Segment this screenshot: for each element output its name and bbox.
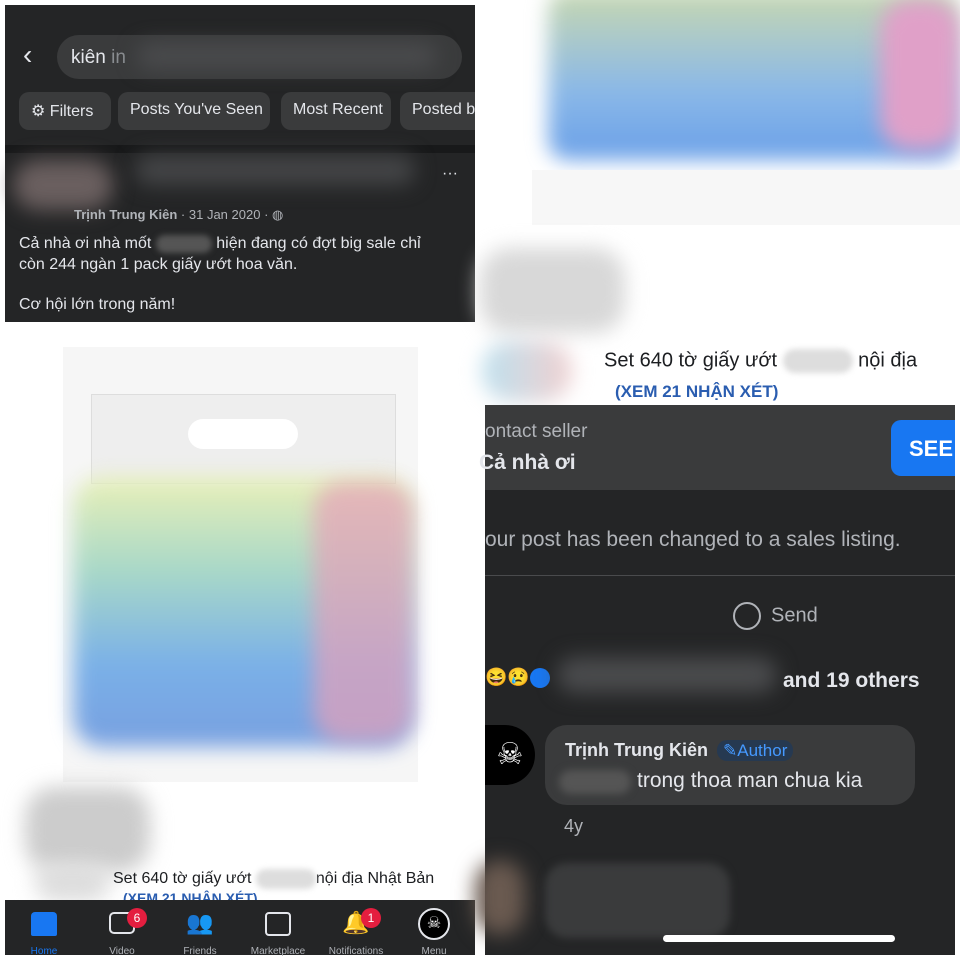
pencil-icon: ✎ <box>723 741 738 760</box>
bottom-nav: Home 6 Video 👥 Friends Marketplace 🔔 1 Notif… <box>5 900 475 957</box>
reaction-icons[interactable]: 😆😢 <box>485 667 550 689</box>
commenter-avatar[interactable]: ☠ <box>485 725 535 785</box>
search-input[interactable]: kiên in <box>57 35 462 79</box>
contact-seller-bar: ontact seller Cả nhà ơi SEE <box>479 405 955 490</box>
most-recent-chip[interactable]: Most Recent <box>281 92 391 130</box>
back-icon[interactable]: ‹ <box>23 39 32 71</box>
comments-link[interactable]: (XEM 21 NHẬN XÉT) <box>123 890 258 900</box>
post-meta: Trịnh Trung Kiên · 31 Jan 2020 · ◍ <box>74 207 284 222</box>
divider <box>485 575 955 576</box>
friends-icon: 👥 <box>186 910 214 935</box>
marketplace-icon <box>265 912 291 936</box>
sliders-icon: ⚙ <box>31 103 46 120</box>
divider <box>5 145 475 153</box>
nav-home[interactable]: Home <box>5 900 83 957</box>
author-badge: ✎Author <box>717 740 794 761</box>
listing-title[interactable]: Set 640 tờ giấy ướt nội địa Nhật Bản <box>113 869 434 889</box>
posted-by-chip[interactable]: Posted b <box>400 92 475 130</box>
post-text: Cả nhà ơi nhà mốt hiện đang có đợt big s… <box>19 234 421 313</box>
send-button[interactable]: Send <box>733 602 818 630</box>
nav-video[interactable]: 6 Video <box>83 900 161 957</box>
message-field[interactable]: Cả nhà ơi <box>479 451 576 475</box>
filters-chip[interactable]: ⚙ Filters <box>19 92 111 130</box>
globe-icon: ◍ <box>272 207 284 222</box>
home-indicator <box>663 935 895 942</box>
listing-panel-left: Set 640 tờ giấy ướt nội địa Nhật Bản (XE… <box>5 322 475 955</box>
comment-time: 4y <box>564 816 584 836</box>
listing-title-right[interactable]: Set 640 tờ giấy ướt nội địa <box>604 349 917 373</box>
product-image[interactable] <box>63 347 418 782</box>
comment-author[interactable]: Trịnh Trung Kiên <box>565 740 708 760</box>
see-button[interactable]: SEE <box>891 420 955 476</box>
nav-marketplace[interactable]: Marketplace <box>239 900 317 957</box>
messenger-icon <box>733 602 761 630</box>
nav-notifications[interactable]: 🔔 1 Notifications <box>317 900 395 957</box>
posts-seen-chip[interactable]: Posts You've Seen <box>118 92 270 130</box>
search-results-panel: ‹ kiên in ⚙ Filters Posts You've Seen Mo… <box>5 5 475 322</box>
nav-friends[interactable]: 👥 Friends <box>161 900 239 957</box>
reaction-count[interactable]: and 19 others <box>783 669 920 693</box>
comment-bubble: Trịnh Trung Kiên ✎Author trong thoa man … <box>545 725 915 805</box>
nav-menu[interactable]: ☠ Menu <box>395 900 473 957</box>
sales-notice: our post has been changed to a sales lis… <box>485 528 901 551</box>
more-options-icon[interactable]: ··· <box>442 165 458 183</box>
home-icon <box>31 912 57 936</box>
avatar-menu-icon: ☠ <box>418 908 450 940</box>
comments-link-right[interactable]: (XEM 21 NHẬN XÉT) <box>615 382 778 402</box>
bell-icon: 🔔 <box>342 910 370 935</box>
listing-detail-panel: ontact seller Cả nhà ơi SEE our post has… <box>475 405 955 955</box>
